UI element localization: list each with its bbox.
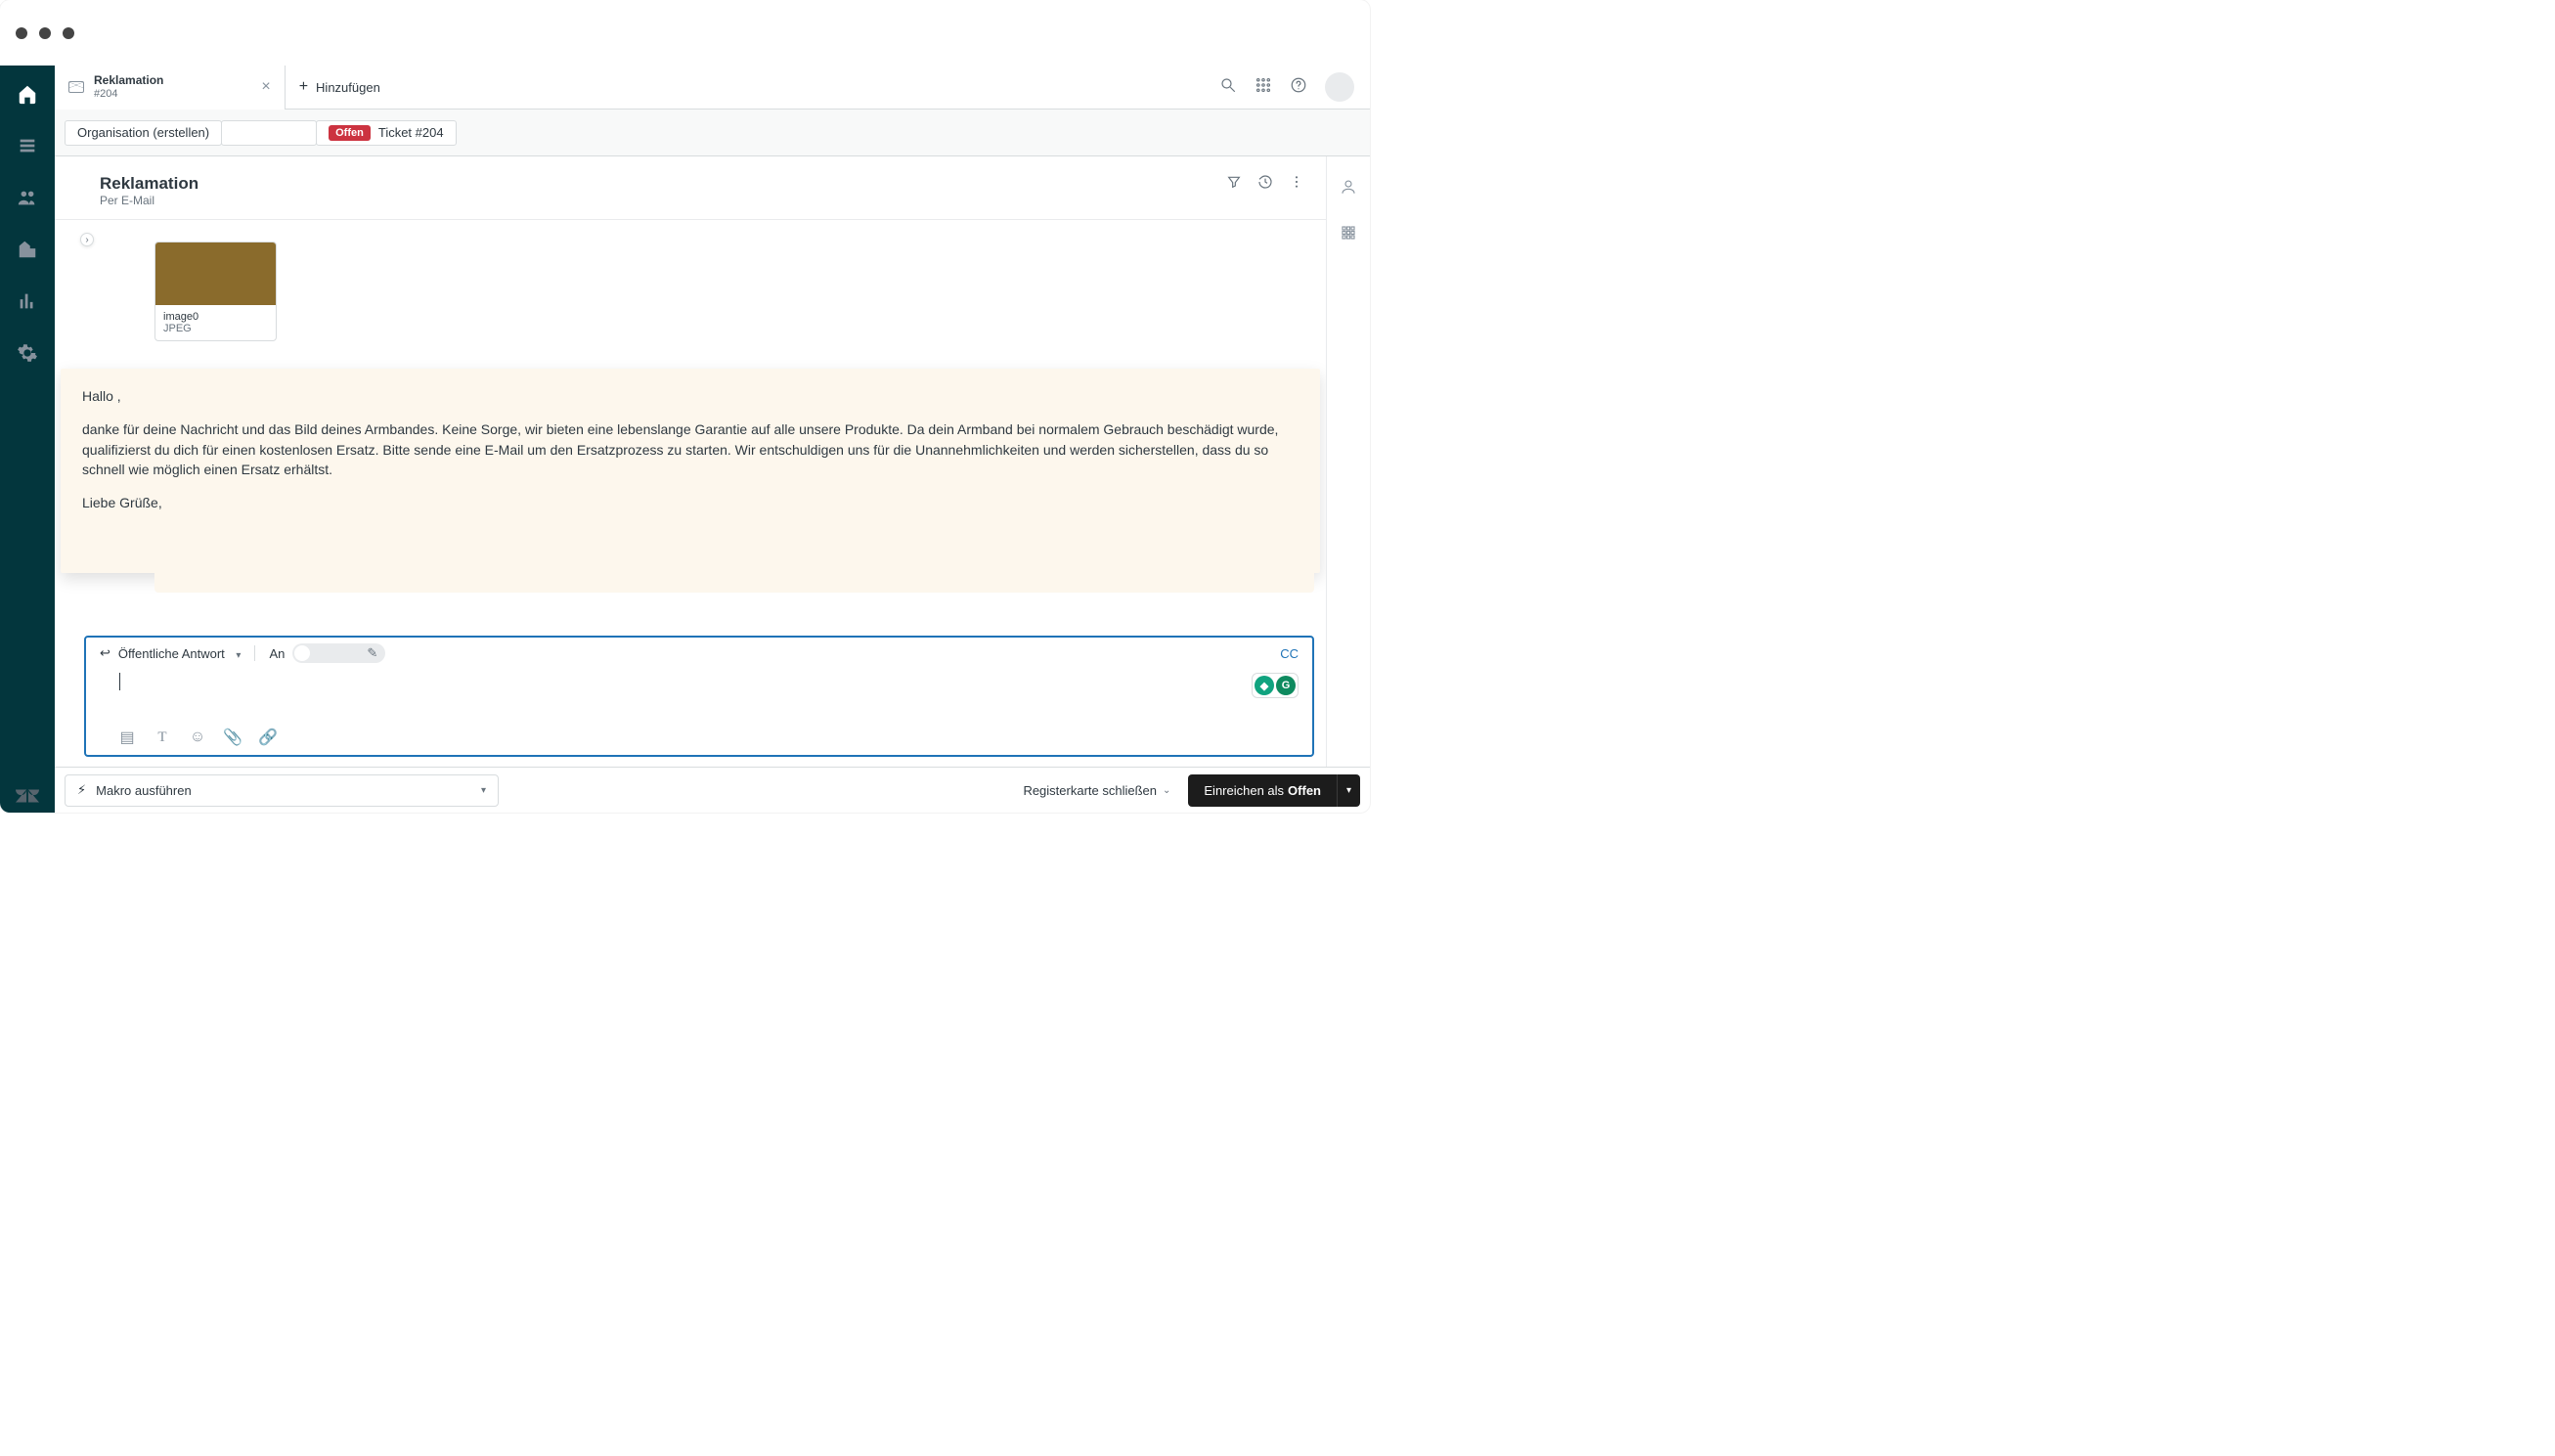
tab-bar: Reklamation #204 × + Hinzufügen xyxy=(55,66,1370,110)
macro-label: Makro ausführen xyxy=(96,783,192,798)
grammarly-add-icon: ◆ xyxy=(1255,676,1274,695)
recipient-chip[interactable]: ✎ xyxy=(292,643,385,663)
note-body: danke für deine Nachricht und das Bild d… xyxy=(82,419,1299,479)
emoji-icon[interactable]: ☺ xyxy=(190,729,205,745)
attachment-type: JPEG xyxy=(163,323,192,334)
sidebar-item-admin[interactable] xyxy=(17,342,38,369)
ticket-via: Per E-Mail xyxy=(100,194,1226,207)
filter-icon[interactable] xyxy=(1226,174,1242,195)
sidebar-item-reporting[interactable] xyxy=(17,290,38,317)
recipient-avatar-icon xyxy=(294,645,310,661)
help-button[interactable] xyxy=(1290,76,1307,99)
sidebar-item-home[interactable] xyxy=(17,83,38,110)
tab-title: Reklamation xyxy=(94,74,163,87)
bolt-icon: ⚡︎ xyxy=(77,782,86,798)
user-avatar[interactable] xyxy=(1325,72,1354,102)
right-rail xyxy=(1327,156,1370,767)
tab-add-button[interactable]: + Hinzufügen xyxy=(286,66,394,109)
mail-icon xyxy=(68,81,84,93)
reply-mode-selector[interactable]: Öffentliche Antwort ▾ xyxy=(118,646,242,661)
history-icon[interactable] xyxy=(1257,174,1273,195)
submit-more-button[interactable]: ▾ xyxy=(1337,774,1360,807)
tab-close-icon[interactable]: × xyxy=(261,78,270,96)
context-apps-icon[interactable] xyxy=(1340,224,1357,246)
attachment-name: image0 xyxy=(163,311,268,323)
crumb-organisation[interactable]: Organisation (erstellen) xyxy=(65,120,222,146)
to-label: An xyxy=(269,646,285,661)
crumb-ticket[interactable]: Offen Ticket #204 xyxy=(316,120,456,146)
footer-bar: ⚡︎ Makro ausführen ▾ Registerkarte schli… xyxy=(55,767,1370,813)
zendesk-logo-icon[interactable] xyxy=(16,784,39,813)
plus-icon: + xyxy=(299,78,308,96)
note-background xyxy=(154,555,1314,593)
grammarly-check-icon: G xyxy=(1276,676,1296,695)
apps-grid-button[interactable] xyxy=(1255,76,1272,99)
attachment-icon[interactable]: 📎 xyxy=(225,729,241,745)
edit-recipient-icon[interactable]: ✎ xyxy=(367,645,377,661)
text-format-icon[interactable]: T xyxy=(154,729,170,745)
context-user-icon[interactable] xyxy=(1340,178,1357,200)
window-traffic-lights xyxy=(16,27,74,39)
grammarly-widget[interactable]: ◆ G xyxy=(1252,673,1299,698)
minimize-window-button[interactable] xyxy=(39,27,51,39)
tab-subtitle: #204 xyxy=(94,88,163,100)
maximize-window-button[interactable] xyxy=(63,27,74,39)
sidebar-item-customers[interactable] xyxy=(17,187,38,213)
composer-textarea[interactable]: ◆ G xyxy=(86,669,1312,722)
note-signoff: Liebe Grüße, xyxy=(82,493,1299,512)
note-greeting: Hallo , xyxy=(82,386,1299,406)
templates-icon[interactable]: ▤ xyxy=(119,729,135,745)
submit-button[interactable]: Einreichen als Offen xyxy=(1188,774,1337,807)
macro-selector[interactable]: ⚡︎ Makro ausführen ▾ xyxy=(65,774,499,807)
close-window-button[interactable] xyxy=(16,27,27,39)
crumb-requester[interactable] xyxy=(221,120,317,146)
close-tab-button[interactable]: Registerkarte schließen ⌄ xyxy=(1023,783,1170,798)
attachment-card[interactable]: image0 JPEG xyxy=(154,242,277,341)
tab-ticket[interactable]: Reklamation #204 × xyxy=(55,66,286,109)
more-options-icon[interactable] xyxy=(1289,174,1304,195)
cc-button[interactable]: CC xyxy=(1280,646,1299,661)
internal-note: Hallo , danke für deine Nachricht und da… xyxy=(61,369,1320,573)
ticket-title: Reklamation xyxy=(100,174,1226,194)
window-titlebar xyxy=(0,0,1370,66)
crumb-ticket-label: Ticket #204 xyxy=(378,125,444,140)
breadcrumb: Organisation (erstellen) Offen Ticket #2… xyxy=(55,110,1370,156)
link-icon[interactable]: 🔗 xyxy=(260,729,276,745)
sidebar-item-views[interactable] xyxy=(17,135,38,161)
reply-icon: ↩︎ xyxy=(100,645,110,661)
attachment-thumbnail xyxy=(155,243,276,305)
search-button[interactable] xyxy=(1219,76,1237,99)
status-badge: Offen xyxy=(329,125,371,141)
chevron-down-icon: ▾ xyxy=(236,650,241,661)
sidebar-item-organizations[interactable] xyxy=(17,239,38,265)
chevron-down-icon: ▾ xyxy=(481,785,486,796)
chevron-down-icon: ⌄ xyxy=(1163,785,1170,796)
left-sidebar xyxy=(0,66,55,813)
reply-composer: ↩︎ Öffentliche Antwort ▾ An ✎ xyxy=(84,636,1314,757)
tab-add-label: Hinzufügen xyxy=(316,80,380,95)
